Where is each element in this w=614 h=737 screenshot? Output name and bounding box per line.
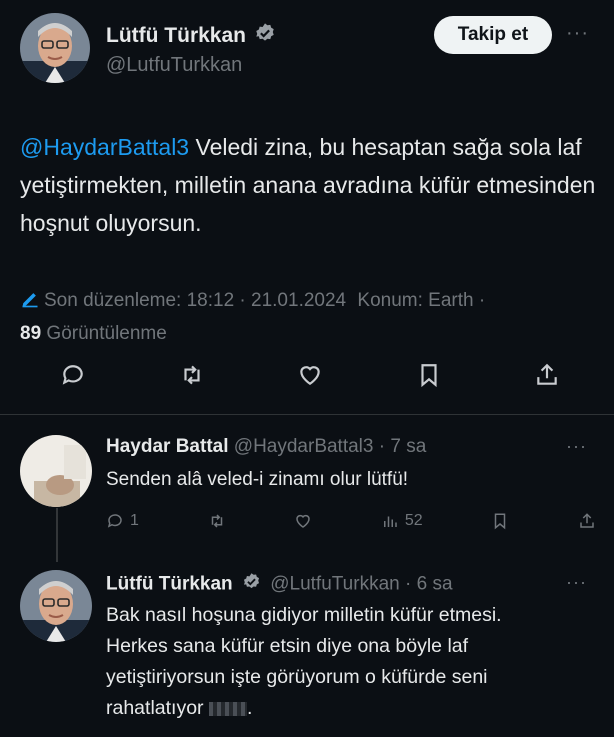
main-tweet: Lütfü Türkkan @LutfuTurkkan Takip et ···… (0, 0, 614, 415)
more-options-icon[interactable]: ··· (566, 436, 587, 457)
thread-connector (56, 508, 58, 562)
author-handle[interactable]: @HaydarBattal3 (234, 436, 374, 457)
author-name-row[interactable]: Lütfü Türkkan (106, 22, 276, 50)
analytics-icon (381, 512, 399, 530)
avatar[interactable] (20, 570, 92, 642)
reply-text: Bak nasıl hoşuna gidiyor milletin küfür … (106, 604, 502, 719)
views-button[interactable]: 52 (381, 512, 423, 530)
share-icon[interactable] (534, 362, 560, 388)
tweet-meta: Son düzenleme: 18:12 · 21.01.2024 Konum:… (20, 286, 610, 349)
edit-pencil-icon (20, 289, 40, 319)
views-label: Görüntülenme (46, 323, 167, 344)
avatar[interactable] (20, 435, 92, 507)
location-label: Konum: Earth · (357, 290, 486, 311)
retweet-icon[interactable] (208, 512, 226, 530)
bookmark-icon[interactable] (491, 512, 509, 530)
reply-text-container: Bak nasıl hoşuna gidiyor milletin küfür … (106, 604, 502, 719)
reply-tweet: Lütfü Türkkan @LutfuTurkkan · 6 sa ··· B… (0, 556, 614, 737)
blurred-word (208, 701, 247, 716)
reply-text: Senden alâ veled-i zinamı olur lütfü! (106, 469, 409, 490)
bookmark-icon[interactable] (416, 362, 442, 388)
author-name[interactable]: Lütfü Türkkan (106, 24, 246, 48)
tweet-actions (60, 362, 560, 388)
comment-icon (106, 512, 124, 530)
more-options-icon[interactable]: ··· (566, 572, 587, 593)
reply-header: Haydar Battal @HaydarBattal3 · 7 sa (106, 436, 426, 458)
verified-badge-icon (254, 22, 276, 50)
reply-tweet: Haydar Battal @HaydarBattal3 · 7 sa ··· … (0, 416, 614, 556)
view-count: 52 (404, 512, 423, 529)
retweet-icon[interactable] (179, 362, 205, 388)
reply-header: Lütfü Türkkan @LutfuTurkkan · 6 sa (106, 572, 453, 597)
avatar[interactable] (20, 13, 90, 83)
reply-actions: 1 52 (106, 512, 596, 530)
like-icon[interactable] (294, 512, 312, 530)
author-handle[interactable]: @LutfuTurkkan (270, 574, 399, 595)
timestamp[interactable]: · 6 sa (405, 574, 453, 595)
author-name[interactable]: Haydar Battal (106, 436, 229, 457)
view-count: 89 (20, 323, 42, 344)
follow-button[interactable]: Takip et (434, 16, 552, 54)
more-options-icon[interactable]: ··· (566, 22, 589, 45)
like-icon[interactable] (297, 362, 323, 388)
comment-button[interactable]: 1 (106, 512, 139, 530)
tweet-text: @HaydarBattal3 Veledi zina, bu hesaptan … (20, 128, 600, 242)
edited-label[interactable]: Son düzenleme: 18:12 · 21.01.2024 (44, 290, 346, 311)
mention-link[interactable]: @HaydarBattal3 (20, 134, 189, 160)
author-handle[interactable]: @LutfuTurkkan (106, 54, 242, 77)
author-name[interactable]: Lütfü Türkkan (106, 574, 233, 595)
verified-badge-icon (242, 572, 261, 597)
comment-icon[interactable] (60, 362, 86, 388)
reply-count: 1 (130, 512, 139, 529)
timestamp[interactable]: · 7 sa (379, 436, 427, 457)
share-icon[interactable] (578, 512, 596, 530)
